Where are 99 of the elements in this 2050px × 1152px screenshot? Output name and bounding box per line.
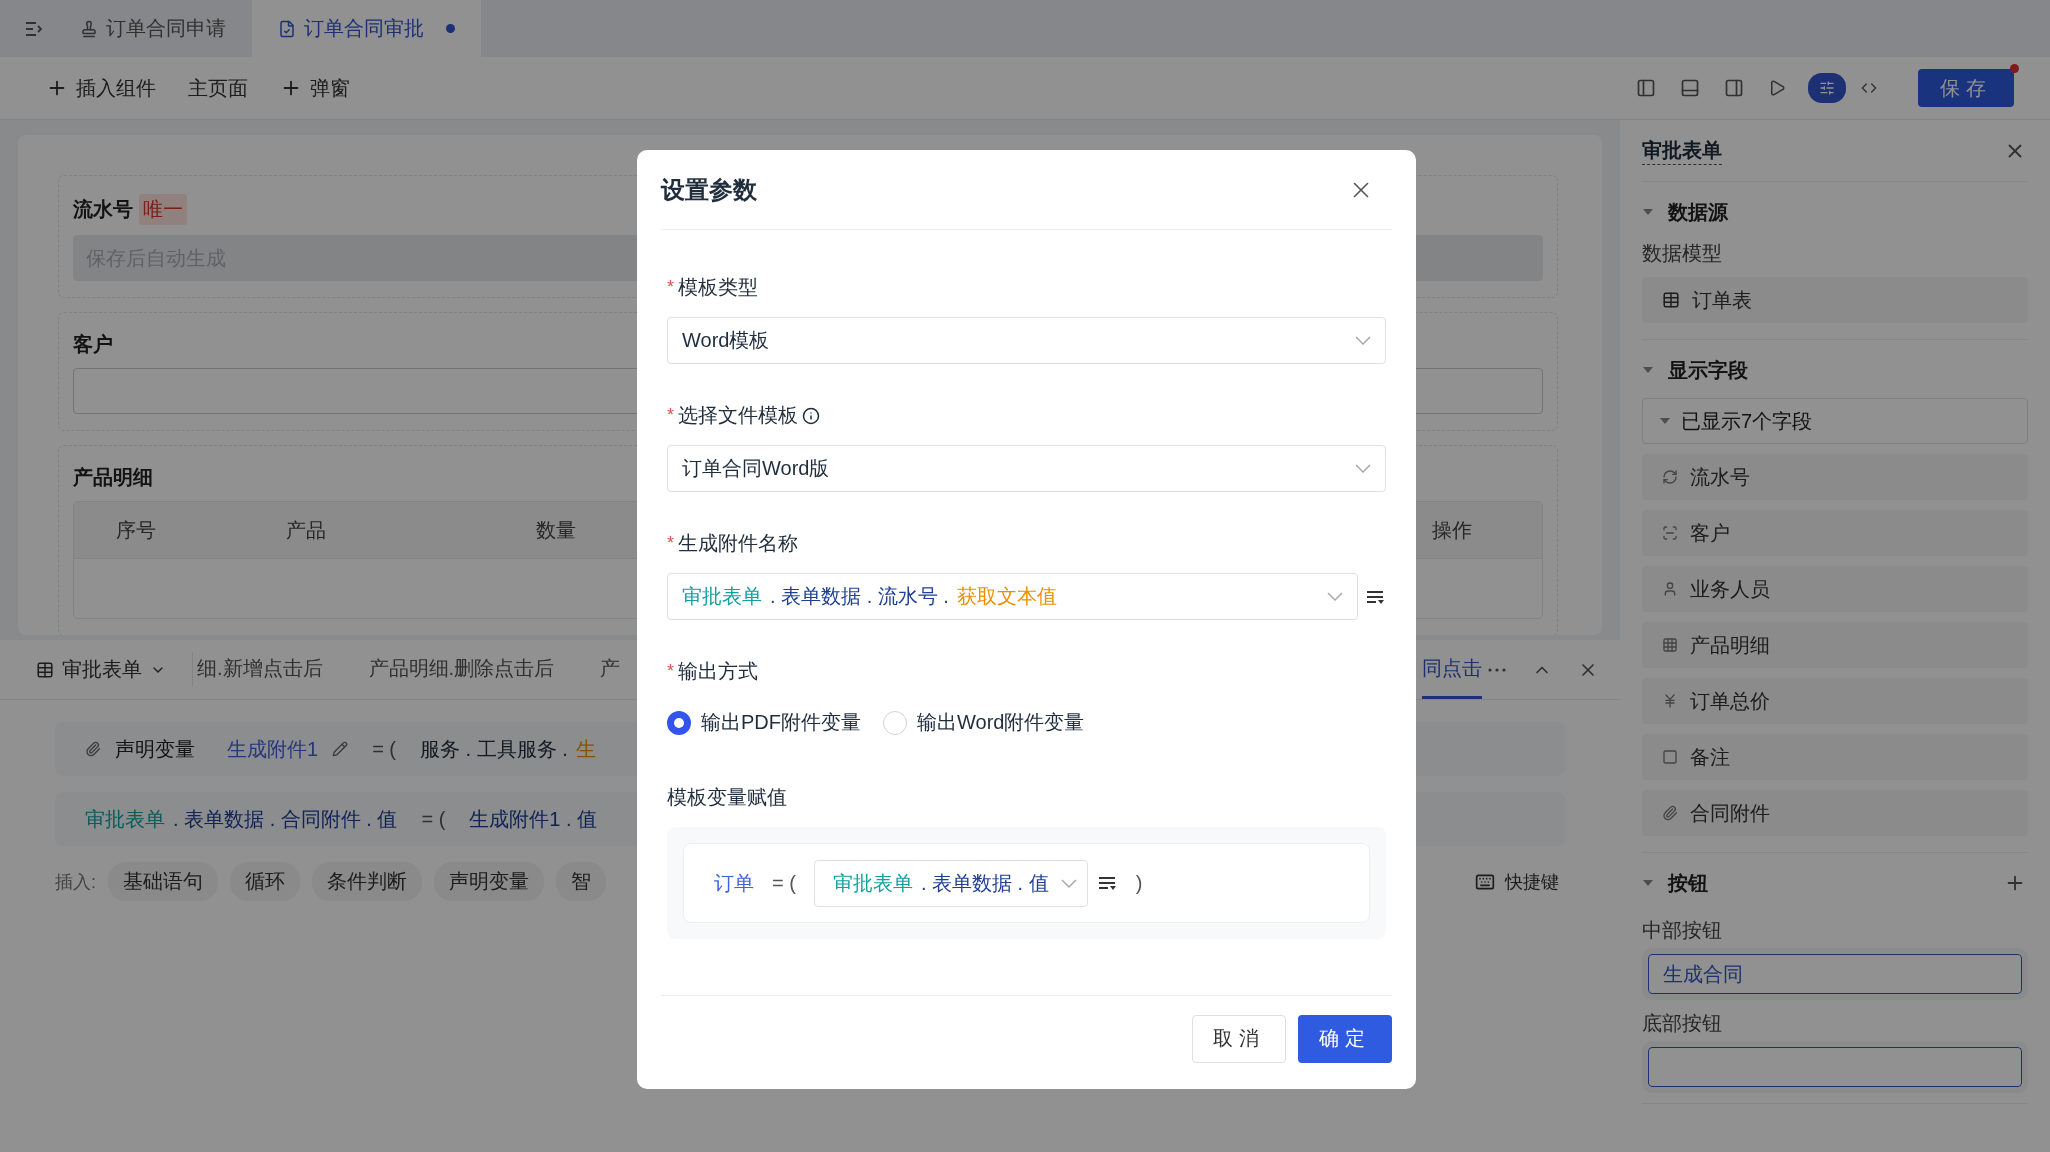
event-tab[interactable]: 产 — [600, 640, 621, 699]
dialog-title: 设置参数 — [661, 174, 757, 205]
section-title: 显示字段 — [1668, 357, 1748, 383]
sub-label: 数据模型 — [1642, 241, 1723, 266]
field-label: 产品明细 — [73, 465, 153, 490]
expression-text: 审批表单 . 表单数据 . 值 — [832, 870, 1049, 896]
select-value: 订单合同Word版 — [682, 456, 830, 481]
dropdown-label: 已显示7个字段 — [1681, 408, 1813, 434]
paperclip-icon — [85, 741, 101, 757]
panel-title: 审批表单 — [1642, 136, 1722, 165]
shortcut-button[interactable]: 快捷键 — [1469, 868, 1565, 895]
stamp-icon — [80, 19, 98, 38]
tab-label: 订单合同申请 — [106, 16, 226, 41]
assign-target: 审批表单 . 表单数据 . 合同附件 . 值 — [85, 806, 398, 832]
radio-option[interactable]: 输出PDF附件变量 — [667, 709, 861, 736]
required-mark: * — [667, 277, 674, 298]
section-title: 按钮 — [1668, 870, 1708, 896]
toolbar-action[interactable]: 弹窗 — [270, 74, 360, 102]
table-icon — [36, 660, 54, 679]
required-mark: * — [667, 533, 674, 554]
field-item[interactable]: 流水号 — [1642, 454, 2028, 500]
right-panel-icon[interactable] — [1724, 78, 1744, 98]
operator: = ( — [421, 807, 446, 831]
field-item[interactable]: 合同附件 — [1642, 790, 2028, 836]
menu-icon[interactable] — [24, 19, 44, 38]
column-header: 产品 — [286, 517, 326, 543]
component-selector[interactable]: 审批表单 — [36, 652, 193, 687]
code-icon — [1861, 80, 1877, 96]
sub-label: 底部按钮 — [1642, 1011, 1723, 1036]
page-tab[interactable]: 订单合同申请 — [54, 0, 252, 57]
column-header: 操作 — [1432, 517, 1472, 543]
variable-name: 订单 — [714, 870, 754, 896]
field-item[interactable]: 产品明细 — [1642, 622, 2028, 668]
more-icon[interactable] — [1488, 667, 1506, 672]
insert-chip[interactable]: 智 — [556, 862, 606, 901]
tab-label: 订单合同审批 — [304, 16, 424, 41]
field-item[interactable]: 业务人员 — [1642, 566, 2028, 612]
value-select[interactable]: 审批表单 . 表单数据 . 值 — [813, 859, 1088, 907]
play-icon[interactable] — [1768, 79, 1786, 97]
field-label: 模板变量赋值 — [667, 785, 787, 810]
select-field[interactable]: Word模板 — [667, 317, 1386, 364]
insert-chip[interactable]: 基础语句 — [108, 862, 218, 901]
field-label: 流水号 — [73, 197, 133, 222]
bottom-panel-icon[interactable] — [1680, 78, 1700, 98]
model-item[interactable]: 订单表 — [1642, 277, 2028, 323]
edit-icon[interactable] — [332, 741, 349, 757]
page-tab[interactable]: 订单合同审批 — [252, 0, 481, 57]
formula-icon[interactable] — [1097, 875, 1116, 891]
event-tab[interactable]: 细.新增点击后 — [197, 640, 323, 699]
unique-tag: 唯一 — [139, 194, 187, 225]
field-label: 生成附件名称 — [678, 531, 798, 556]
sliders-icon — [1819, 80, 1835, 96]
save-button[interactable]: 保存 — [1918, 69, 2014, 107]
variable-name: 生成附件1 — [227, 736, 319, 762]
expression-text: 生成附件1 . 值 — [469, 806, 598, 832]
chevron-down-icon — [1355, 336, 1371, 345]
statement-keyword: 声明变量 — [115, 736, 195, 762]
operator: = ( — [772, 871, 796, 895]
fields-dropdown[interactable]: 已显示7个字段 — [1642, 398, 2028, 444]
left-panel-icon[interactable] — [1636, 78, 1656, 98]
operator: ) — [1135, 871, 1143, 895]
insert-chip[interactable]: 条件判断 — [312, 862, 422, 901]
selector-label: 审批表单 — [62, 657, 142, 682]
expression-text: 审批表单 . 表单数据 . 流水号 . 获取文本值 — [682, 584, 1057, 609]
event-tab[interactable]: 产品明细.删除点击后 — [368, 640, 555, 699]
field-label: 模板类型 — [678, 275, 758, 300]
formula-icon[interactable] — [1366, 588, 1384, 605]
chevron-down-icon — [1060, 878, 1077, 888]
toolbar-action[interactable]: 插入组件 — [36, 74, 166, 102]
cancel-button[interactable]: 取消 — [1192, 1014, 1286, 1063]
field-item[interactable]: 客户 — [1642, 510, 2028, 556]
document-icon — [278, 19, 296, 38]
insert-chip[interactable]: 声明变量 — [434, 862, 544, 901]
field-item[interactable]: 订单总价 — [1642, 678, 2028, 724]
field-label: 输出方式 — [678, 659, 758, 684]
column-header: 数量 — [536, 517, 576, 543]
section-title: 数据源 — [1668, 199, 1728, 225]
insert-chip[interactable]: 循环 — [230, 862, 300, 901]
event-tab[interactable]: 同点击 — [1422, 640, 1482, 699]
expression-field[interactable]: 审批表单 . 表单数据 . 流水号 . 获取文本值 — [667, 573, 1358, 620]
chevron-down-icon — [1327, 592, 1343, 601]
confirm-button[interactable]: 确定 — [1298, 1014, 1392, 1063]
required-mark: * — [667, 405, 674, 426]
select-value: Word模板 — [682, 328, 770, 353]
select-field[interactable]: 订单合同Word版 — [667, 445, 1386, 492]
field-label: 选择文件模板 — [678, 403, 798, 428]
settings-toggle[interactable] — [1808, 73, 1846, 103]
operator: = ( — [372, 737, 397, 761]
chevron-down-icon — [1355, 464, 1371, 473]
expression-text: 服务 . 工具服务 . 生 — [420, 736, 596, 762]
field-label: 客户 — [73, 332, 113, 357]
toolbar-action[interactable]: 主页面 — [178, 74, 258, 102]
insert-label: 插入: — [55, 870, 96, 894]
field-item[interactable]: 备注 — [1642, 734, 2028, 780]
table-icon — [1662, 291, 1680, 309]
sub-label: 中部按钮 — [1642, 918, 1723, 943]
radio-option[interactable]: 输出Word附件变量 — [883, 709, 1085, 736]
required-mark: * — [667, 661, 674, 682]
column-header: 序号 — [116, 517, 156, 543]
